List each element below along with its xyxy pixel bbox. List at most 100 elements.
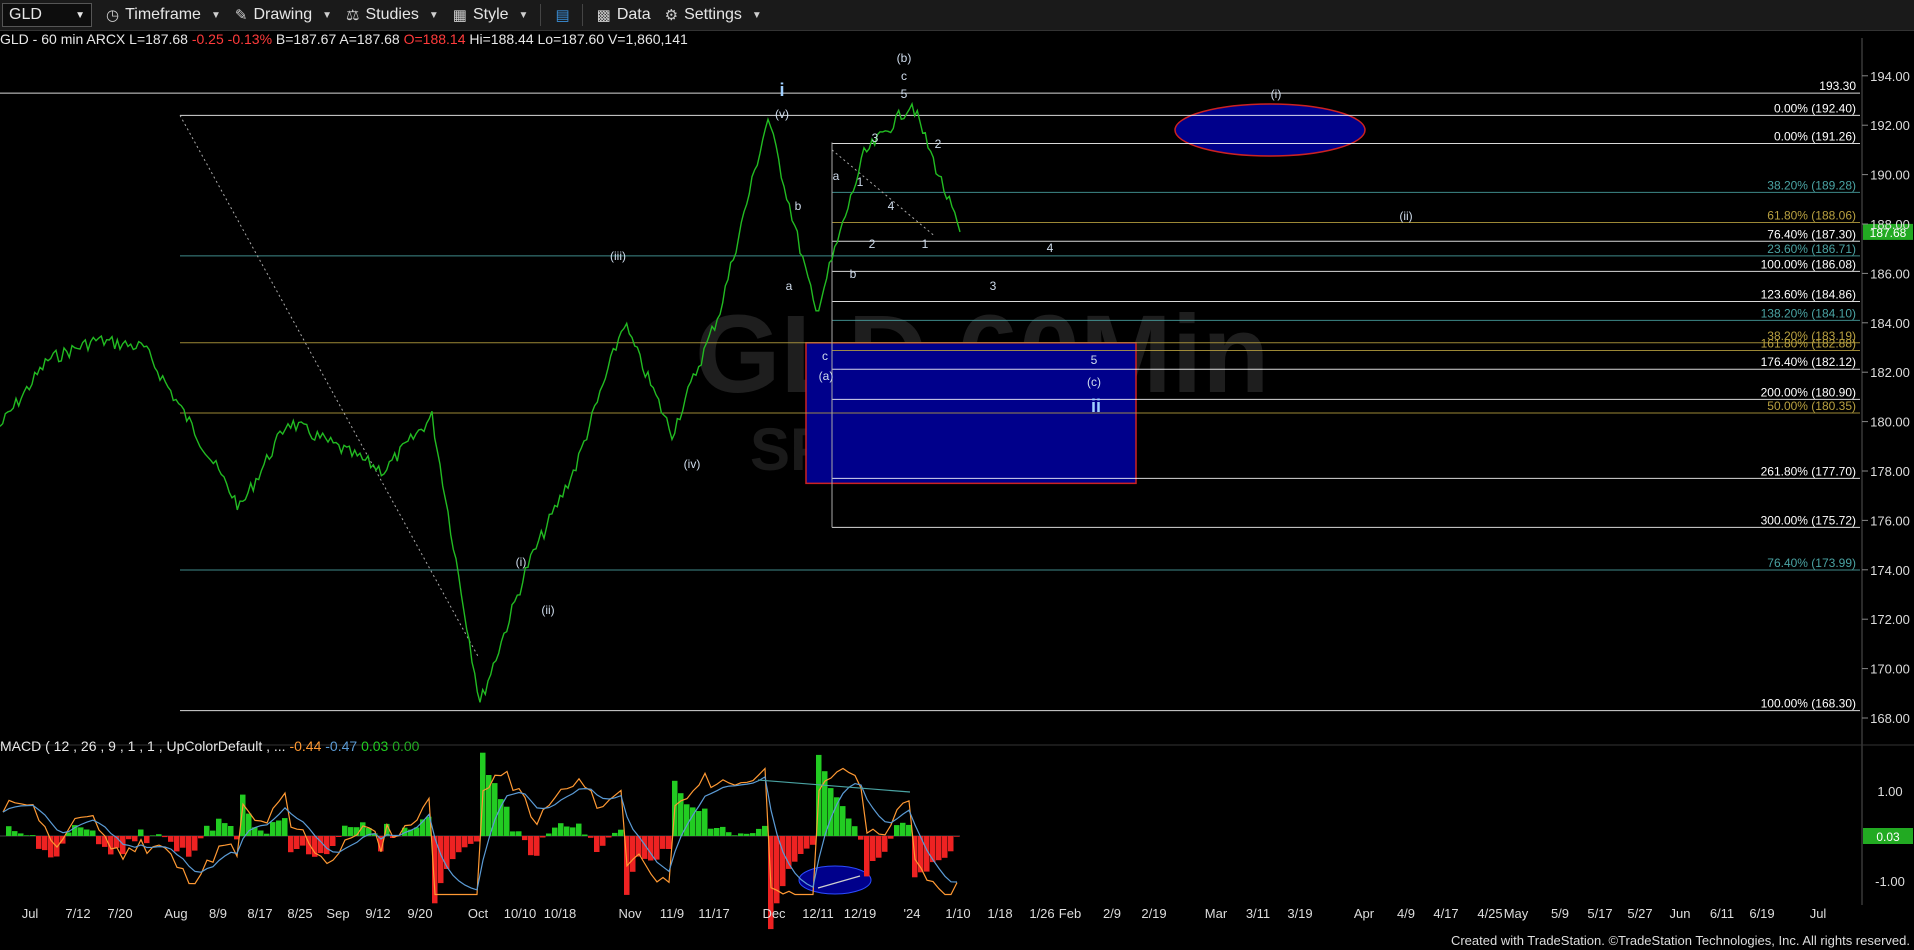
- macd-hist-bar: [30, 835, 36, 836]
- macd-hist-bar: [600, 836, 606, 846]
- wave-label-24: (ii): [1399, 209, 1412, 223]
- macd-hist-bar: [852, 826, 858, 836]
- macd-hist-bar: [714, 828, 720, 836]
- macd-hist-bar: [36, 836, 42, 849]
- date-label-19: '24: [904, 906, 921, 921]
- macd-hist-bar: [462, 836, 468, 848]
- macd-hist-bar: [954, 836, 960, 837]
- price-tick-label-1: 192.00: [1870, 118, 1910, 133]
- macd-hist-bar: [762, 825, 768, 836]
- date-label-31: 4/17: [1433, 906, 1458, 921]
- macd-hist-bar: [504, 806, 510, 836]
- date-label-16: Dec: [762, 906, 786, 921]
- level-label-17: 76.40% (173.99): [1767, 556, 1856, 570]
- macd-hist-bar: [738, 833, 744, 836]
- macd-hist-bar: [780, 836, 786, 887]
- date-label-23: Feb: [1059, 906, 1081, 921]
- price-tick-label-4: 186.00: [1870, 266, 1910, 281]
- level-label-12: 176.40% (182.12): [1761, 355, 1856, 369]
- macd-hist-bar: [564, 826, 570, 836]
- macd-hist-bar: [168, 836, 174, 842]
- macd-hist-bar: [732, 835, 738, 836]
- date-label-32: 4/25: [1477, 906, 1502, 921]
- macd-hist-bar: [138, 829, 144, 836]
- date-label-20: 1/10: [945, 906, 970, 921]
- wave-label-4: (v): [775, 107, 789, 121]
- level-label-8: 123.60% (184.86): [1761, 288, 1856, 302]
- price-tick-label-5: 184.00: [1870, 316, 1910, 331]
- macd-hist-bar: [900, 822, 906, 836]
- macd-hist-bar: [270, 822, 276, 836]
- macd-hist-bar: [510, 831, 516, 836]
- wave-label-6: 2: [935, 137, 942, 151]
- date-label-36: 5/27: [1627, 906, 1652, 921]
- date-label-0: Jul: [22, 906, 39, 921]
- macd-hist-bar: [570, 827, 576, 836]
- date-label-17: 12/11: [802, 906, 834, 921]
- macd-hist-bar: [870, 836, 876, 861]
- macd-hist-bar: [12, 831, 18, 836]
- macd-hist-bar: [288, 836, 294, 853]
- macd-hist-bar: [18, 833, 24, 836]
- macd-tick-label-0: 1.00: [1877, 784, 1902, 799]
- macd-hist-bar: [708, 828, 714, 836]
- macd-hist-bar: [126, 836, 132, 840]
- price-tick-label-10: 174.00: [1870, 563, 1910, 578]
- date-label-1: 7/12: [65, 906, 90, 921]
- macd-hist-bar: [204, 825, 210, 836]
- date-label-2: 7/20: [107, 906, 132, 921]
- macd-hist-bar: [942, 836, 948, 858]
- level-label-11: 161.80% (182.88): [1761, 336, 1856, 350]
- macd-hist-bar: [444, 836, 450, 869]
- date-label-28: 3/19: [1287, 906, 1312, 921]
- wave-label-2: 5: [901, 87, 908, 101]
- wave-label-7: a: [833, 169, 840, 183]
- price-tick-label-0: 194.00: [1870, 69, 1910, 84]
- date-label-29: Apr: [1354, 906, 1375, 921]
- price-chart[interactable]: GLD 60MinSP193.300.00% (192.40)0.00% (19…: [0, 0, 1914, 950]
- wave-label-14: 4: [1047, 241, 1054, 255]
- wave-label-9: b: [795, 199, 802, 213]
- level-label-14: 50.00% (180.35): [1767, 399, 1856, 413]
- level-label-13: 200.00% (180.90): [1761, 385, 1856, 399]
- macd-hist-bar: [264, 833, 270, 836]
- macd-divergence-line: [757, 779, 911, 793]
- macd-hist-bar: [894, 825, 900, 836]
- wave-label-8: 1: [857, 175, 864, 189]
- level-label-3: 38.20% (189.28): [1767, 178, 1856, 192]
- macd-hist-bar: [666, 836, 672, 849]
- macd-hist-bar: [186, 836, 192, 857]
- macd-hist-bar: [810, 836, 816, 845]
- macd-value-4: 0.00: [392, 738, 420, 754]
- macd-hist-bar: [888, 836, 894, 839]
- macd-hist-bar: [144, 836, 150, 844]
- macd-hist-bar: [342, 825, 348, 836]
- macd-hist-bar: [300, 836, 306, 846]
- price-tick-label-6: 182.00: [1870, 365, 1910, 380]
- date-label-14: 11/9: [660, 906, 684, 921]
- wave-label-16: (iii): [610, 249, 626, 263]
- macd-hist-bar: [294, 836, 300, 849]
- level-label-16: 300.00% (175.72): [1761, 513, 1856, 527]
- macd-hist-bar: [330, 836, 336, 846]
- macd-hist-bar: [180, 836, 186, 848]
- macd-hist-bar: [936, 836, 942, 861]
- macd-hist-bar: [606, 836, 612, 838]
- price-tick-label-9: 176.00: [1870, 513, 1910, 528]
- macd-hist-bar: [660, 836, 666, 849]
- macd-hist-bar: [102, 836, 108, 847]
- date-label-3: Aug: [164, 906, 187, 921]
- wave-label-11: 2: [869, 237, 876, 251]
- macd-hist-bar: [336, 836, 342, 837]
- copyright-footer: Created with TradeStation. ©TradeStation…: [1450, 933, 1910, 948]
- macd-hist-bar: [522, 836, 528, 841]
- macd-hist-bar: [174, 836, 180, 852]
- level-label-9: 138.20% (184.10): [1761, 306, 1856, 320]
- macd-hist-bar: [618, 829, 624, 836]
- price-tick-label-12: 170.00: [1870, 662, 1910, 677]
- macd-hist-bar: [498, 799, 504, 836]
- price-tick-label-8: 178.00: [1870, 464, 1910, 479]
- macd-hist-bar: [528, 836, 534, 856]
- date-label-5: 8/17: [247, 906, 272, 921]
- macd-hist-bar: [90, 830, 96, 836]
